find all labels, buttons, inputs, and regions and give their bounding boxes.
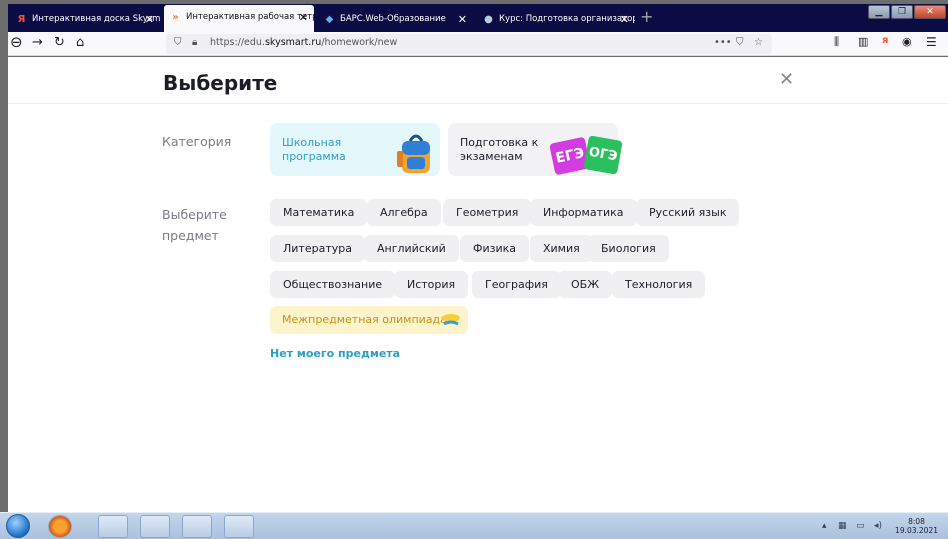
subject-algebra[interactable]: Алгебра xyxy=(367,199,441,226)
subject-label-line1: Выберите xyxy=(162,207,227,222)
subject-biology[interactable]: Биология xyxy=(588,235,669,262)
start-button[interactable] xyxy=(6,514,30,538)
page-content: Выберите ✕ Категория Школьная программа … xyxy=(8,57,948,539)
url-prefix: https://edu. xyxy=(210,37,265,48)
tab-label: Интерактивная рабочая тетрадь xyxy=(186,12,314,22)
network-icon[interactable]: ▦ xyxy=(838,521,847,531)
library-icon[interactable]: ⫼ xyxy=(834,35,839,49)
olympiad-label: Межпредметная олимпиада xyxy=(282,313,447,326)
menu-icon[interactable]: ☰ xyxy=(926,35,937,49)
window-controls: ▁ ❐ ✕ xyxy=(868,5,946,19)
url-text[interactable]: https://edu.skysmart.ru/homework/new xyxy=(210,37,397,48)
maximize-icon[interactable]: ❐ xyxy=(891,5,913,19)
minimize-icon[interactable]: ▁ xyxy=(868,5,890,19)
skysmart-icon: » xyxy=(172,12,179,23)
close-window-icon[interactable]: ✕ xyxy=(914,5,946,19)
home-icon[interactable]: ⌂ xyxy=(76,35,84,50)
page-title: Выберите xyxy=(163,71,278,95)
close-tab-icon[interactable]: ✕ xyxy=(458,7,467,32)
clock-time: 8:08 xyxy=(908,517,925,526)
subject-label-line2: предмет xyxy=(162,228,219,243)
moodle-icon: ● xyxy=(484,14,493,25)
olympiad-button[interactable]: Межпредметная олимпиада xyxy=(270,306,468,334)
subject-history[interactable]: История xyxy=(394,271,469,298)
subject-obzh[interactable]: ОБЖ xyxy=(558,271,613,298)
display-icon[interactable]: ▭ xyxy=(856,521,865,531)
pocket-icon[interactable]: ⛉ xyxy=(736,37,744,48)
media-player-icon[interactable] xyxy=(140,515,170,538)
shield-icon[interactable]: ⛉ xyxy=(174,37,182,48)
tab-label: Интерактивная доска Skysmart xyxy=(32,14,160,24)
subject-chemistry[interactable]: Химия xyxy=(530,235,593,262)
firefox-icon[interactable] xyxy=(48,515,72,538)
yandex-icon: Я xyxy=(17,14,26,25)
subject-physics[interactable]: Физика xyxy=(460,235,530,262)
reload-icon[interactable]: ↻ xyxy=(54,35,65,50)
subject-geometry[interactable]: Геометрия xyxy=(443,199,532,226)
subject-geography[interactable]: География xyxy=(472,271,561,298)
category-school-program[interactable]: Школьная программа xyxy=(270,123,440,176)
subject-label: Выберите предмет xyxy=(162,204,227,246)
address-bar[interactable]: ⛉ 🔒︎ https://edu.skysmart.ru/homework/ne… xyxy=(166,34,772,54)
tab-bars[interactable]: ◆ БАРС.Web-Образование ✕ xyxy=(318,7,473,32)
lock-icon[interactable]: 🔒︎ xyxy=(192,37,197,48)
desktop-gap xyxy=(0,395,8,455)
browser-tab-bar: Я Интерактивная доска Skysmart ✕ » Интер… xyxy=(8,4,948,32)
clock-date: 19.03.2021 xyxy=(895,526,938,535)
volume-icon[interactable]: ◂) xyxy=(874,521,882,531)
oge-badge: ОГЭ xyxy=(583,135,623,175)
new-tab-icon[interactable]: + xyxy=(640,7,653,26)
olympiad-icon xyxy=(442,314,460,326)
tab-label: БАРС.Web-Образование xyxy=(340,14,446,24)
close-tab-icon[interactable]: ✕ xyxy=(145,7,154,32)
back-icon[interactable]: ⊖ xyxy=(10,33,23,51)
tab-course[interactable]: ● Курс: Подготовка организатор ✕ xyxy=(477,7,635,32)
account-icon[interactable]: ◉ xyxy=(902,35,912,48)
navigation-bar: ⊖ → ↻ ⌂ ⛉ 🔒︎ https://edu.skysmart.ru/hom… xyxy=(8,32,948,56)
tab-interactive-board[interactable]: Я Интерактивная доска Skysmart ✕ xyxy=(10,7,160,32)
tray-arrow-icon[interactable]: ▴ xyxy=(822,521,827,531)
page-actions-icon[interactable]: ••• xyxy=(714,37,732,48)
word-icon[interactable] xyxy=(224,515,254,538)
close-tab-icon[interactable]: ✕ xyxy=(299,5,308,30)
category-exam-prep[interactable]: Подготовка к экзаменам ЕГЭ ОГЭ xyxy=(448,123,623,176)
bookmark-star-icon[interactable]: ☆ xyxy=(754,37,763,48)
subject-technology[interactable]: Технология xyxy=(612,271,706,298)
yandex-extension-icon[interactable]: я xyxy=(882,35,888,46)
no-subject-link[interactable]: Нет моего предмета xyxy=(270,347,400,360)
subject-math[interactable]: Математика xyxy=(270,199,368,226)
tab-workbook[interactable]: » Интерактивная рабочая тетрадь ✕ xyxy=(164,5,314,32)
url-path: /homework/new xyxy=(321,37,398,48)
subject-russian[interactable]: Русский язык xyxy=(636,199,740,226)
backpack-icon xyxy=(397,134,430,173)
subject-social-studies[interactable]: Обществознание xyxy=(270,271,396,298)
close-tab-icon[interactable]: ✕ xyxy=(620,7,629,32)
taskbar: ▴ ▦ ▭ ◂) 8:08 19.03.2021 xyxy=(0,512,948,539)
subject-informatics[interactable]: Информатика xyxy=(530,199,637,226)
subject-literature[interactable]: Литература xyxy=(270,235,365,262)
subject-english[interactable]: Английский xyxy=(364,235,459,262)
clock[interactable]: 8:08 19.03.2021 xyxy=(895,517,938,535)
bars-icon: ◆ xyxy=(325,14,334,25)
explorer-icon[interactable] xyxy=(98,515,128,538)
tab-label: Курс: Подготовка организатор xyxy=(499,14,635,24)
url-domain: skysmart.ru xyxy=(264,37,322,48)
category-label: Категория xyxy=(162,134,232,149)
close-icon[interactable]: ✕ xyxy=(779,69,794,90)
divider xyxy=(8,103,948,104)
powerpoint-icon[interactable] xyxy=(182,515,212,538)
sidebar-icon[interactable]: ▥ xyxy=(858,35,868,48)
forward-icon[interactable]: → xyxy=(32,35,43,50)
